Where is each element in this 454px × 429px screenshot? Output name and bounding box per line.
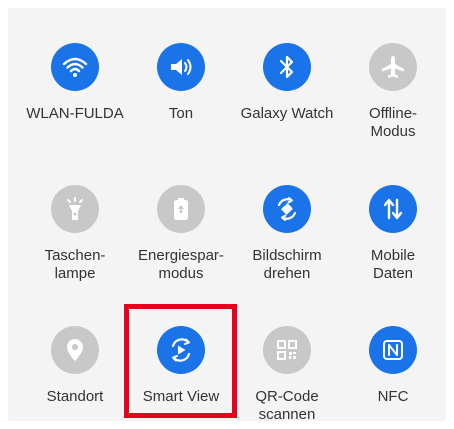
- tile-bluetooth[interactable]: Galaxy Watch: [231, 43, 343, 123]
- tile-nfc-label: NFC: [377, 388, 409, 405]
- location-icon: [51, 326, 99, 374]
- tile-flashlight[interactable]: Taschen- lampe: [19, 185, 131, 283]
- airplane-icon: [369, 43, 417, 91]
- nfc-icon: [369, 326, 417, 374]
- tile-flashlight-label: Taschen- lampe: [44, 247, 106, 282]
- tile-nfc[interactable]: NFC: [337, 326, 449, 406]
- bluetooth-icon: [263, 43, 311, 91]
- tile-auto-rotate[interactable]: Bildschirm drehen: [231, 185, 343, 283]
- tile-offline-mode[interactable]: Offline- Modus: [337, 43, 449, 141]
- tile-ton[interactable]: Ton: [125, 43, 237, 123]
- mobile-data-icon: [369, 185, 417, 233]
- tile-offline-mode-label: Offline- Modus: [368, 105, 418, 140]
- tile-bluetooth-label: Galaxy Watch: [240, 105, 334, 122]
- flashlight-icon: [51, 185, 99, 233]
- volume-icon: [157, 43, 205, 91]
- qr-code-icon: [263, 326, 311, 374]
- tile-wlan-label: WLAN-FULDA: [26, 105, 124, 122]
- tile-qr-scanner[interactable]: QR-Code scannen: [231, 326, 343, 424]
- tile-ton-label: Ton: [168, 105, 194, 122]
- tile-location-label: Standort: [46, 388, 104, 405]
- auto-rotate-icon: [263, 185, 311, 233]
- tile-power-saving[interactable]: Energiespar- modus: [125, 185, 237, 283]
- tile-wlan[interactable]: WLAN-FULDA: [19, 43, 131, 123]
- tile-auto-rotate-label: Bildschirm drehen: [252, 247, 322, 282]
- tile-location[interactable]: Standort: [19, 326, 131, 406]
- tile-mobile-data-label: Mobile Daten: [370, 247, 416, 282]
- wifi-icon: [51, 43, 99, 91]
- tile-mobile-data[interactable]: Mobile Daten: [337, 185, 449, 283]
- tile-qr-scanner-label: QR-Code scannen: [255, 388, 319, 423]
- tile-power-saving-label: Energiespar- modus: [138, 247, 224, 282]
- smart-view-highlight-box: [124, 304, 237, 418]
- battery-saver-icon: [157, 185, 205, 233]
